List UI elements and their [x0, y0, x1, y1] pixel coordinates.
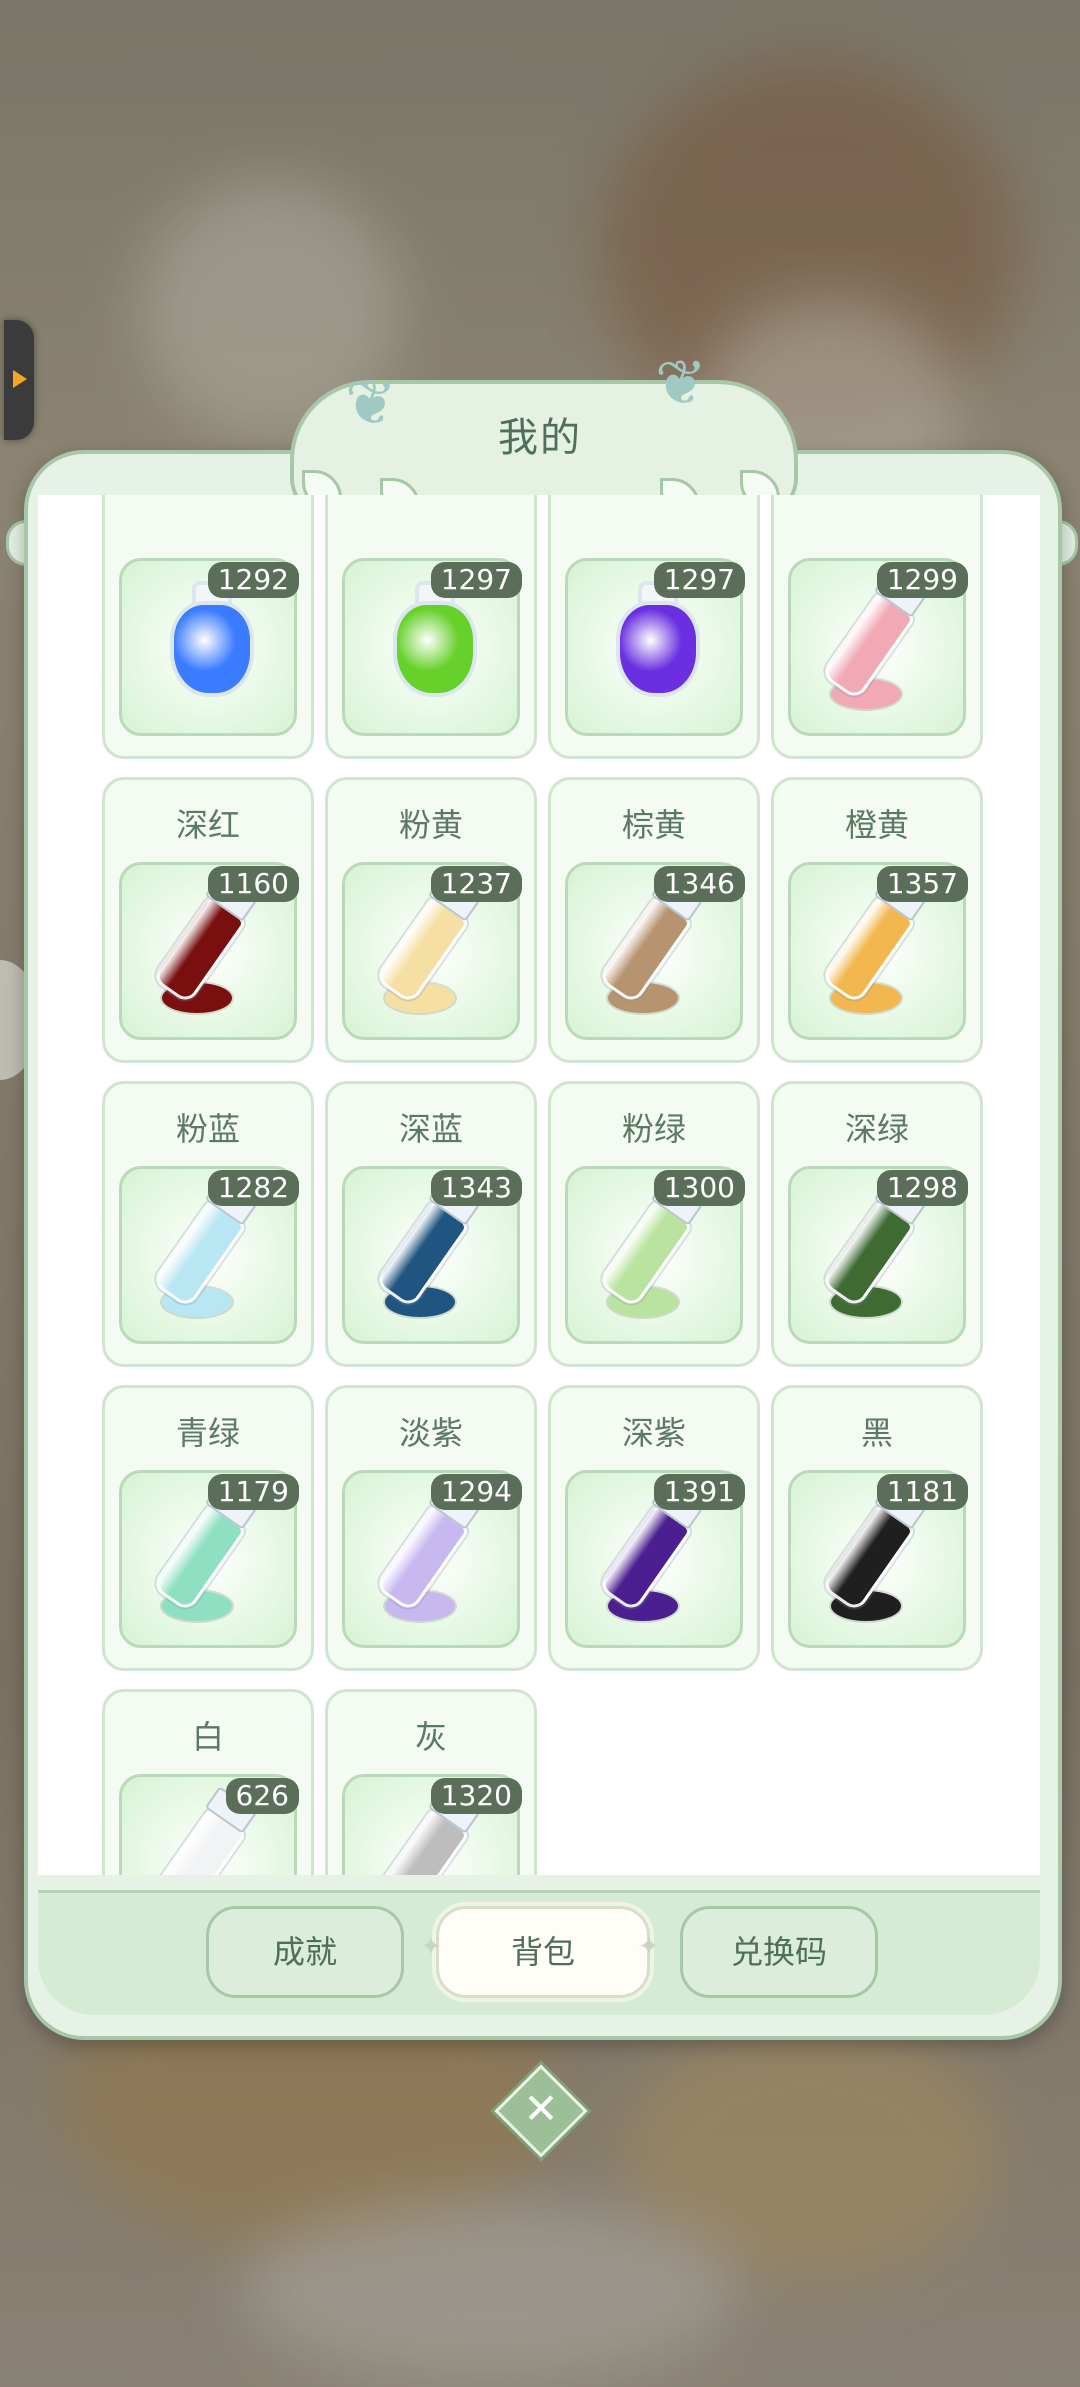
item-card[interactable]: 粉蓝 1282	[102, 1081, 314, 1367]
item-count-badge: 1357	[876, 866, 968, 902]
item-card[interactable]: 黑 1181	[771, 1385, 983, 1671]
page-title: 我的	[498, 415, 582, 461]
item-name: 深紫	[621, 1414, 686, 1452]
sparkle-icon: ✦	[638, 1932, 660, 1962]
item-card[interactable]: 深绿 1298	[771, 1081, 983, 1367]
tab-backpack[interactable]: 背包	[436, 1906, 650, 1998]
item-count-badge: 1179	[207, 1474, 299, 1510]
item-card[interactable]: 深红 1160	[102, 777, 314, 1063]
item-card[interactable]: 1299	[771, 495, 983, 759]
inventory-scroll-area[interactable]: 1292 1297 1297 1299 深红 1160 粉黄 1237 棕黄 1346 橙黄 1357…	[38, 495, 1040, 1875]
item-card[interactable]: 青绿 1179	[102, 1385, 314, 1671]
item-card[interactable]: 粉绿 1300	[548, 1081, 760, 1367]
close-icon: ✕	[523, 2084, 559, 2133]
item-count-badge: 1297	[430, 562, 522, 598]
item-card[interactable]: 1292	[102, 495, 314, 759]
potion-bottle-icon	[616, 601, 700, 697]
tab-redeem-code[interactable]: 兑换码	[680, 1906, 878, 1998]
item-card[interactable]: 深紫 1391	[548, 1385, 760, 1671]
item-name: 橙黄	[844, 806, 909, 844]
item-card[interactable]: 橙黄 1357	[771, 777, 983, 1063]
tab-achievements[interactable]: 成就	[206, 1906, 404, 1998]
item-card[interactable]: 淡紫 1294	[325, 1385, 537, 1671]
item-name: 粉绿	[621, 1110, 686, 1148]
item-card[interactable]: 1297	[325, 495, 537, 759]
item-count-badge: 1237	[430, 866, 522, 902]
item-count-badge: 1343	[430, 1170, 522, 1206]
item-card[interactable]: 棕黄 1346	[548, 777, 760, 1063]
item-count-badge: 1282	[207, 1170, 299, 1206]
item-name: 淡紫	[398, 1414, 463, 1452]
item-count-badge: 1292	[207, 562, 299, 598]
item-name: 白	[191, 1718, 224, 1756]
item-count-badge: 1299	[876, 562, 968, 598]
item-card[interactable]: 白 626	[102, 1689, 314, 1875]
item-name: 深红	[175, 806, 240, 844]
item-count-badge: 1181	[876, 1474, 968, 1510]
item-count-badge: 1294	[430, 1474, 522, 1510]
item-card[interactable]: 粉黄 1237	[325, 777, 537, 1063]
item-name: 灰	[414, 1718, 447, 1756]
potion-bottle-icon	[170, 601, 254, 697]
item-count-badge: 1297	[653, 562, 745, 598]
item-count-badge: 1160	[207, 866, 299, 902]
item-count-badge: 626	[225, 1778, 299, 1814]
item-name: 棕黄	[621, 806, 686, 844]
item-name: 粉黄	[398, 806, 463, 844]
item-count-badge: 1346	[653, 866, 745, 902]
potion-bottle-icon	[393, 601, 477, 697]
item-name: 深蓝	[398, 1110, 463, 1148]
item-card[interactable]: 深蓝 1343	[325, 1081, 537, 1367]
side-expand-tab[interactable]	[4, 320, 34, 440]
item-count-badge: 1298	[876, 1170, 968, 1206]
item-card[interactable]: 灰 1320	[325, 1689, 537, 1875]
item-card[interactable]: 1297	[548, 495, 760, 759]
item-count-badge: 1320	[430, 1778, 522, 1814]
item-name: 深绿	[844, 1110, 909, 1148]
item-count-badge: 1391	[653, 1474, 745, 1510]
item-name: 黑	[860, 1414, 893, 1452]
sparkle-icon: ✦	[420, 1932, 442, 1962]
item-name: 青绿	[175, 1414, 240, 1452]
item-name: 粉蓝	[175, 1110, 240, 1148]
item-count-badge: 1300	[653, 1170, 745, 1206]
